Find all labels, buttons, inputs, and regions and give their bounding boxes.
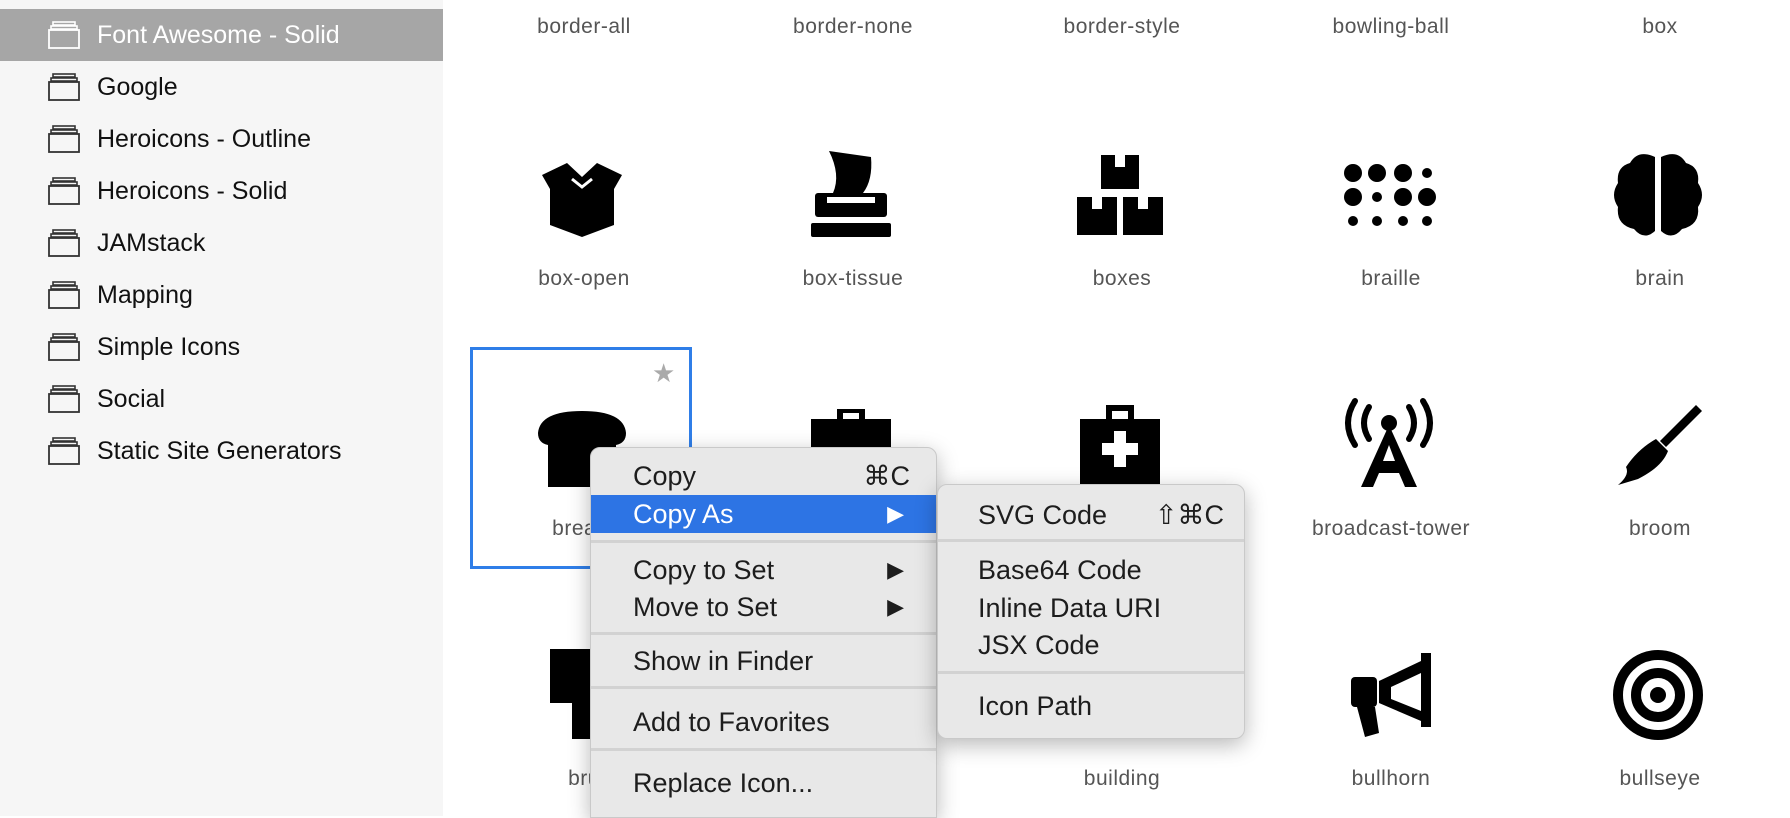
broom-icon[interactable] xyxy=(1608,395,1708,495)
sidebar-item-font-awesome-solid[interactable]: Font Awesome - Solid xyxy=(0,9,443,61)
sidebar-item-mapping[interactable]: Mapping xyxy=(0,269,443,321)
menu-item-copy-as[interactable]: Copy As ▶ xyxy=(591,495,936,533)
menu-item-add-to-favorites[interactable]: Add to Favorites xyxy=(591,703,936,741)
menu-item-label: Copy to Set xyxy=(633,555,775,585)
menu-item-replace-icon[interactable]: Replace Icon... xyxy=(591,764,936,802)
icon-label-border-none[interactable]: border-none xyxy=(733,15,973,39)
menu-item-move-to-set[interactable]: Move to Set ▶ xyxy=(591,588,936,626)
sidebar-item-label: Heroicons - Outline xyxy=(97,125,311,153)
menu-item-jsx-code[interactable]: JSX Code xyxy=(938,626,1244,664)
menu-item-inline-data-uri[interactable]: Inline Data URI xyxy=(938,589,1244,627)
folder-stack-icon xyxy=(48,21,80,49)
briefcase-medical-icon[interactable] xyxy=(1070,395,1170,495)
folder-stack-icon xyxy=(48,73,80,101)
menu-item-label: Inline Data URI xyxy=(978,593,1162,623)
sidebar-item-label: Font Awesome - Solid xyxy=(97,21,340,49)
sidebar-item-google[interactable]: Google xyxy=(0,61,443,113)
menu-item-svg-code[interactable]: SVG Code ⇧⌘C xyxy=(938,496,1244,534)
menu-item-label: SVG Code xyxy=(978,500,1108,530)
menu-item-label: Replace Icon... xyxy=(633,768,814,798)
menu-item-copy[interactable]: Copy ⌘C xyxy=(591,457,936,495)
folder-stack-icon xyxy=(48,333,80,361)
folder-stack-icon xyxy=(48,177,80,205)
menu-item-label: Add to Favorites xyxy=(633,707,830,737)
menu-item-label: Show in Finder xyxy=(633,646,814,676)
menu-separator xyxy=(938,539,1244,542)
icon-label-border-all[interactable]: border-all xyxy=(464,15,704,39)
copy-as-submenu: SVG Code ⇧⌘C Base64 Code Inline Data URI… xyxy=(937,484,1245,739)
sidebar-item-label: Heroicons - Solid xyxy=(97,177,288,205)
icon-label-boxes[interactable]: boxes xyxy=(1002,267,1242,291)
sidebar-item-static-site-generators[interactable]: Static Site Generators xyxy=(0,425,443,477)
menu-item-copy-to-set[interactable]: Copy to Set ▶ xyxy=(591,551,936,589)
icon-label-building[interactable]: building xyxy=(1002,767,1242,791)
menu-item-label: JSX Code xyxy=(978,630,1100,660)
sidebar-item-label: Static Site Generators xyxy=(97,437,342,465)
folder-stack-icon xyxy=(48,229,80,257)
icon-label-bullhorn[interactable]: bullhorn xyxy=(1271,767,1511,791)
sidebar-item-simple-icons[interactable]: Simple Icons xyxy=(0,321,443,373)
icon-label-braille[interactable]: braille xyxy=(1271,267,1511,291)
bullhorn-icon[interactable] xyxy=(1339,645,1439,745)
sidebar-item-label: Mapping xyxy=(97,281,193,309)
sidebar-item-heroicons-outline[interactable]: Heroicons - Outline xyxy=(0,113,443,165)
context-menu: Copy ⌘C Copy As ▶ Copy to Set ▶ Move to … xyxy=(590,447,937,818)
sidebar-item-label: Simple Icons xyxy=(97,333,241,361)
folder-stack-icon xyxy=(48,385,80,413)
icon-label-broom[interactable]: broom xyxy=(1540,517,1780,541)
sidebar-item-label: Social xyxy=(97,385,166,413)
bullseye-icon[interactable] xyxy=(1608,645,1708,745)
sidebar-item-label: JAMstack xyxy=(97,229,206,257)
menu-separator xyxy=(591,540,936,543)
menu-item-label: Move to Set xyxy=(633,592,778,622)
menu-item-label: Copy xyxy=(633,461,697,491)
box-tissue-icon[interactable] xyxy=(801,145,901,245)
shortcut-label: ⌘C xyxy=(863,461,911,491)
menu-item-show-in-finder[interactable]: Show in Finder xyxy=(591,642,936,680)
sidebar-item-label: Google xyxy=(97,73,178,101)
boxes-icon[interactable] xyxy=(1070,145,1170,245)
submenu-arrow-icon: ▶ xyxy=(887,594,904,619)
favorite-star-icon[interactable]: ★ xyxy=(652,360,675,386)
brain-icon[interactable] xyxy=(1608,145,1708,245)
submenu-arrow-icon: ▶ xyxy=(887,557,904,582)
folder-stack-icon xyxy=(48,125,80,153)
sidebar-item-social[interactable]: Social xyxy=(0,373,443,425)
folder-stack-icon xyxy=(48,281,80,309)
icon-label-bowling-ball[interactable]: bowling-ball xyxy=(1271,15,1511,39)
sidebar-item-heroicons-solid[interactable]: Heroicons - Solid xyxy=(0,165,443,217)
shortcut-label: ⇧⌘C xyxy=(1154,500,1224,530)
submenu-arrow-icon: ▶ xyxy=(887,501,904,526)
icon-label-box[interactable]: box xyxy=(1540,15,1780,39)
menu-item-label: Base64 Code xyxy=(978,555,1142,585)
icon-label-border-style[interactable]: border-style xyxy=(1002,15,1242,39)
menu-item-label: Icon Path xyxy=(978,691,1093,721)
menu-item-icon-path[interactable]: Icon Path xyxy=(938,687,1244,725)
menu-separator xyxy=(938,671,1244,674)
menu-item-base64-code[interactable]: Base64 Code xyxy=(938,551,1244,589)
box-open-icon[interactable] xyxy=(532,145,632,245)
sidebar-item-jamstack[interactable]: JAMstack xyxy=(0,217,443,269)
folder-stack-icon xyxy=(48,437,80,465)
icon-label-brain[interactable]: brain xyxy=(1540,267,1780,291)
icon-label-broadcast-tower[interactable]: broadcast-tower xyxy=(1271,517,1511,541)
menu-separator xyxy=(591,748,936,751)
menu-item-label: Copy As xyxy=(633,499,734,529)
icon-label-bullseye[interactable]: bullseye xyxy=(1540,767,1780,791)
icon-label-box-open[interactable]: box-open xyxy=(464,267,704,291)
menu-separator xyxy=(591,632,936,635)
sidebar: Font Awesome - Solid Google Heroicons - … xyxy=(0,0,443,816)
icon-label-box-tissue[interactable]: box-tissue xyxy=(733,267,973,291)
braille-icon[interactable] xyxy=(1339,145,1439,245)
broadcast-tower-icon[interactable] xyxy=(1339,395,1439,495)
menu-separator xyxy=(591,686,936,689)
